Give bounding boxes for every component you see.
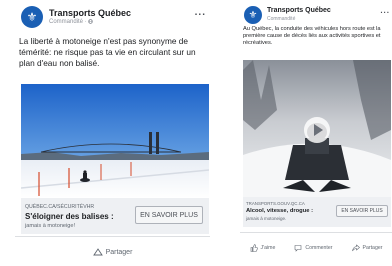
post-caption: Au Québec, la conduite des véhicules hor… [243, 26, 381, 47]
fleur-de-lis-icon: ⚜ [26, 10, 38, 24]
comment-label: Commenter [305, 245, 333, 251]
share-label: Partager [105, 248, 133, 256]
link-description: jamais à motoneige. [246, 216, 287, 221]
post-actions: J'aime Commenter Partager [240, 232, 392, 263]
post-image[interactable] [21, 84, 209, 198]
link-preview[interactable]: TRANSPORTS.GOUV.QC.CA Alcool, vitesse, d… [243, 197, 391, 227]
learn-more-button[interactable]: EN SAVOIR PLUS [336, 205, 388, 217]
sponsored-label: Commandité · [49, 19, 94, 26]
learn-more-button[interactable]: EN SAVOIR PLUS [135, 206, 203, 224]
more-options-icon[interactable]: ... [195, 7, 206, 18]
page-avatar[interactable]: ⚜ [21, 6, 43, 28]
link-url: TRANSPORTS.GOUV.QC.CA [246, 201, 305, 206]
share-button[interactable]: Partager [92, 248, 133, 256]
post-caption: La liberté à motoneige n'est pas synonym… [19, 36, 196, 68]
like-label: J'aime [260, 245, 276, 251]
sponsored-text: Commandité [49, 19, 84, 26]
link-preview[interactable]: QUÉBEC.CA/SÉCURITÉVHR S'éloigner des bal… [21, 198, 209, 234]
comment-icon [295, 245, 302, 252]
play-icon[interactable] [304, 117, 330, 143]
comment-button[interactable]: Commenter [294, 244, 333, 252]
link-title: Alcool, vitesse, drogue : [246, 208, 314, 214]
link-title: S'éloigner des balises : [25, 212, 114, 221]
fleur-de-lis-icon: ⚜ [248, 9, 258, 21]
sponsored-label: Commandité [267, 16, 295, 22]
page-name[interactable]: Transports Québec [267, 7, 331, 14]
post-video[interactable] [243, 60, 391, 197]
globe-icon: · [85, 19, 94, 25]
link-url: QUÉBEC.CA/SÉCURITÉVHR [25, 204, 95, 210]
share-label: Partager [362, 245, 383, 251]
share-icon [92, 248, 103, 256]
like-button[interactable]: J'aime [250, 244, 276, 252]
link-description: jamais à motoneige! [25, 223, 76, 229]
more-options-icon[interactable]: ... [380, 6, 390, 15]
page-name[interactable]: Transports Québec [49, 8, 131, 18]
ad-post-2: ⚜ Transports Québec Commandité ... Au Qu… [240, 0, 392, 266]
ad-post-1: ⚜ Transports Québec Commandité · ... La … [15, 0, 210, 266]
post-actions: Partager [15, 236, 210, 266]
snowmobile-bridge-photo [21, 84, 209, 198]
share-button[interactable]: Partager [351, 244, 383, 252]
sponsored-text: Commandité [267, 16, 296, 22]
post-header: ⚜ Transports Québec Commandité · ... [15, 0, 210, 32]
page-avatar[interactable]: ⚜ [244, 6, 262, 24]
share-icon [351, 244, 360, 252]
thumbs-up-icon [250, 244, 258, 252]
